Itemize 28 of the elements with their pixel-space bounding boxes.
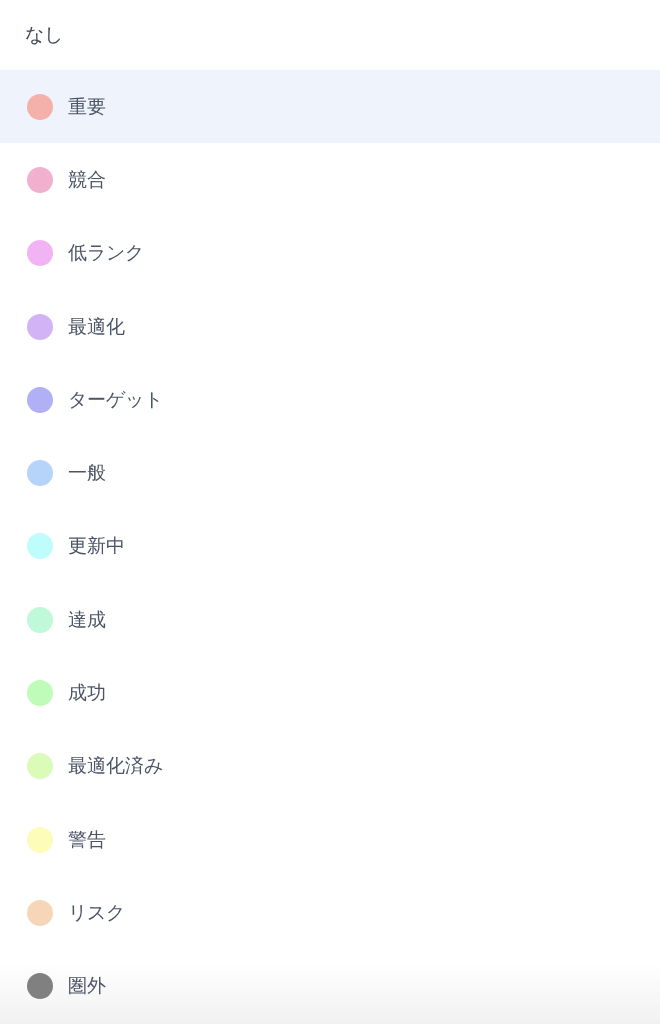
option-label: 圏外	[68, 974, 106, 999]
menu-option[interactable]: 更新中	[0, 509, 660, 584]
menu-option[interactable]: 最適化済み	[0, 729, 660, 803]
option-label: なし	[25, 23, 63, 47]
option-label: 更新中	[68, 534, 125, 559]
menu-option[interactable]: 達成	[0, 583, 660, 657]
option-label: 重要	[68, 94, 106, 119]
menu-option[interactable]: 圏外	[0, 949, 660, 1023]
option-label: ターゲット	[68, 387, 163, 412]
option-label: 達成	[68, 607, 106, 632]
menu-option[interactable]: 重要	[0, 70, 660, 144]
option-label: 警告	[68, 827, 106, 852]
menu-option[interactable]: 警告	[0, 802, 660, 877]
option-label: 最適化済み	[68, 754, 163, 779]
menu-option[interactable]: 低ランク	[0, 216, 660, 290]
option-label: 最適化	[68, 314, 125, 339]
menu-option[interactable]: 一般	[0, 436, 660, 510]
menu-option[interactable]: 成功	[0, 656, 660, 730]
menu-option[interactable]: 競合	[0, 143, 660, 217]
option-label: 競合	[68, 167, 106, 192]
option-label: リスク	[68, 900, 125, 925]
menu-option[interactable]: リスク	[0, 876, 660, 950]
menu-option[interactable]: ターゲット	[0, 363, 660, 437]
option-label: 一般	[68, 461, 106, 486]
menu-option[interactable]: なし	[0, 0, 660, 70]
menu-option[interactable]: 最適化	[0, 289, 660, 364]
option-label: 低ランク	[68, 241, 144, 266]
option-label: 成功	[68, 681, 106, 705]
